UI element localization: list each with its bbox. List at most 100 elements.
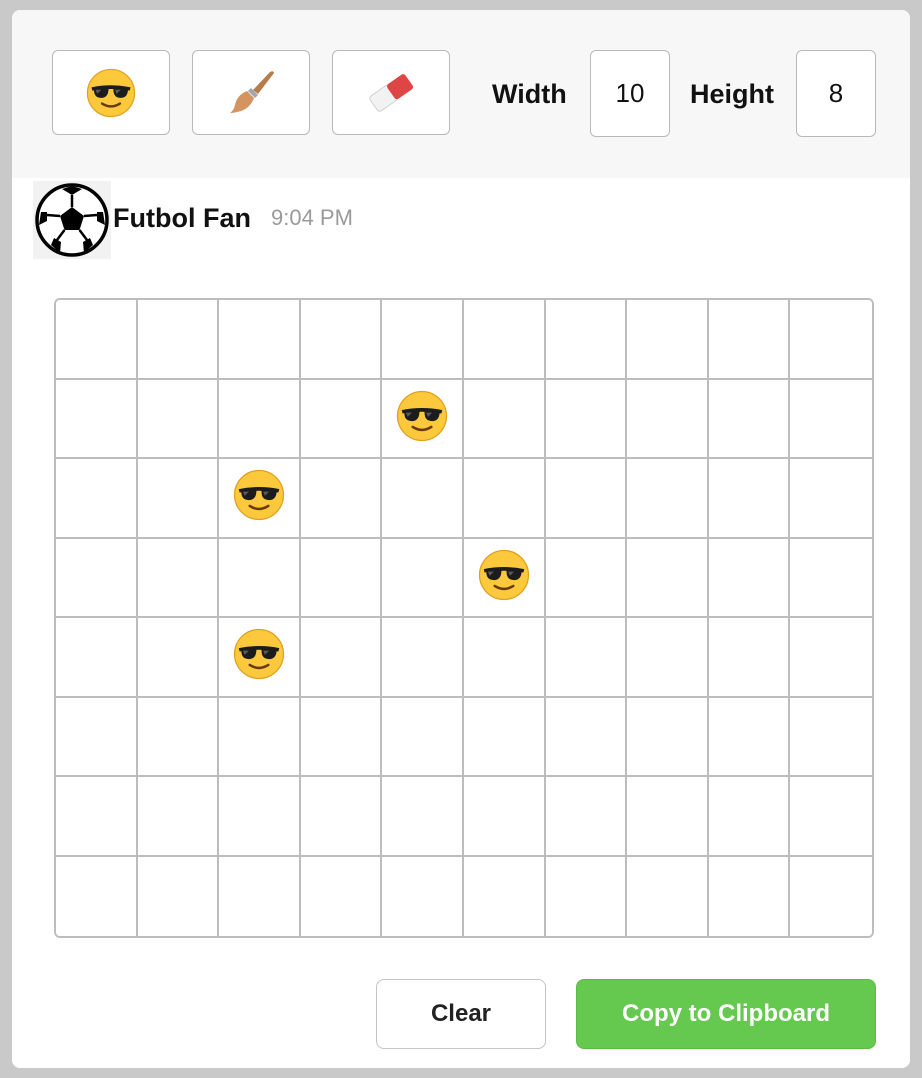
width-input[interactable]	[590, 50, 670, 137]
username: Futbol Fan	[113, 203, 251, 233]
grid-cell[interactable]	[463, 697, 546, 777]
grid-cell[interactable]	[300, 459, 383, 539]
grid-cell[interactable]	[382, 856, 464, 936]
smiling-face-with-sunglasses-icon	[232, 468, 286, 527]
grid-cell[interactable]	[627, 618, 709, 698]
grid-cell[interactable]	[708, 856, 791, 936]
grid-cell[interactable]	[382, 777, 464, 857]
grid-cell[interactable]	[219, 777, 301, 857]
grid-cell[interactable]	[382, 300, 464, 380]
grid-cell[interactable]	[627, 300, 709, 380]
grid-cell[interactable]	[790, 618, 872, 698]
height-input[interactable]	[796, 50, 876, 137]
grid-cell[interactable]	[300, 618, 383, 698]
grid-cell[interactable]	[790, 856, 872, 936]
grid-cell[interactable]	[463, 538, 546, 618]
grid-cell[interactable]	[300, 856, 383, 936]
grid-cell[interactable]	[137, 777, 220, 857]
avatar	[33, 181, 111, 259]
grid-cell[interactable]	[56, 618, 138, 698]
grid-cell[interactable]	[382, 379, 464, 459]
grid-cell[interactable]	[56, 777, 138, 857]
grid-cell[interactable]	[627, 459, 709, 539]
soccer-ball-icon	[33, 181, 111, 259]
grid-cell[interactable]	[300, 697, 383, 777]
grid-cell[interactable]	[137, 697, 220, 777]
grid-cell[interactable]	[545, 300, 628, 380]
grid-cell[interactable]	[545, 777, 628, 857]
grid-cell[interactable]	[56, 379, 138, 459]
grid-cell[interactable]	[382, 697, 464, 777]
grid-cell[interactable]	[300, 538, 383, 618]
smiling-face-with-sunglasses-icon	[395, 389, 449, 448]
grid-cell[interactable]	[137, 856, 220, 936]
grid-cell[interactable]	[545, 856, 628, 936]
grid-cell[interactable]	[463, 856, 546, 936]
grid-cell[interactable]	[790, 538, 872, 618]
grid-cell[interactable]	[137, 300, 220, 380]
clear-button[interactable]: Clear	[376, 979, 546, 1049]
grid-cell[interactable]	[219, 697, 301, 777]
grid-cell[interactable]	[463, 777, 546, 857]
width-label: Width	[492, 79, 567, 109]
emoji-picker-button[interactable]	[52, 50, 170, 135]
grid-cell[interactable]	[219, 379, 301, 459]
emoji-grid-panel: Width Height	[12, 10, 910, 1068]
grid-cell[interactable]	[300, 379, 383, 459]
paint-brush-icon	[223, 65, 279, 121]
grid-cell[interactable]	[545, 618, 628, 698]
grid-cell[interactable]	[137, 538, 220, 618]
grid-cell[interactable]	[56, 538, 138, 618]
grid-cell[interactable]	[56, 697, 138, 777]
grid-cell[interactable]	[708, 697, 791, 777]
grid-cell[interactable]	[137, 379, 220, 459]
grid-cell[interactable]	[708, 300, 791, 380]
toolbar: Width Height	[12, 10, 910, 178]
grid-cell[interactable]	[219, 856, 301, 936]
eraser-icon	[362, 64, 420, 122]
grid-cell[interactable]	[708, 538, 791, 618]
grid-cell[interactable]	[463, 618, 546, 698]
grid-cell[interactable]	[790, 379, 872, 459]
grid-cell[interactable]	[708, 777, 791, 857]
grid-cell[interactable]	[137, 459, 220, 539]
grid-cell[interactable]	[545, 538, 628, 618]
grid-cell[interactable]	[545, 459, 628, 539]
grid-cell[interactable]	[627, 856, 709, 936]
grid-cell[interactable]	[382, 459, 464, 539]
grid-cell[interactable]	[627, 777, 709, 857]
grid-cell[interactable]	[219, 618, 301, 698]
grid-cell[interactable]	[790, 697, 872, 777]
grid-cell[interactable]	[137, 618, 220, 698]
grid-cell[interactable]	[790, 459, 872, 539]
grid-cell[interactable]	[790, 300, 872, 380]
grid-cell[interactable]	[56, 300, 138, 380]
grid-cell[interactable]	[708, 459, 791, 539]
grid-cell[interactable]	[219, 300, 301, 380]
grid-cell[interactable]	[382, 618, 464, 698]
grid-cell[interactable]	[219, 538, 301, 618]
grid-cell[interactable]	[790, 777, 872, 857]
eraser-button[interactable]	[332, 50, 450, 135]
grid-cell[interactable]	[463, 300, 546, 380]
grid-cell[interactable]	[382, 538, 464, 618]
smiling-face-with-sunglasses-icon	[232, 627, 286, 686]
emoji-grid	[54, 298, 874, 938]
grid-cell[interactable]	[627, 379, 709, 459]
grid-cell[interactable]	[56, 459, 138, 539]
grid-cell[interactable]	[463, 379, 546, 459]
grid-cell[interactable]	[56, 856, 138, 936]
grid-cell[interactable]	[219, 459, 301, 539]
grid-cell[interactable]	[545, 697, 628, 777]
grid-cell[interactable]	[627, 538, 709, 618]
grid-cell[interactable]	[300, 300, 383, 380]
grid-cell[interactable]	[300, 777, 383, 857]
grid-cell[interactable]	[463, 459, 546, 539]
grid-cell[interactable]	[708, 618, 791, 698]
paint-brush-button[interactable]	[192, 50, 310, 135]
copy-to-clipboard-button[interactable]: Copy to Clipboard	[576, 979, 876, 1049]
grid-cell[interactable]	[627, 697, 709, 777]
grid-cell[interactable]	[708, 379, 791, 459]
grid-cell[interactable]	[545, 379, 628, 459]
smiling-face-with-sunglasses-icon	[85, 67, 137, 119]
